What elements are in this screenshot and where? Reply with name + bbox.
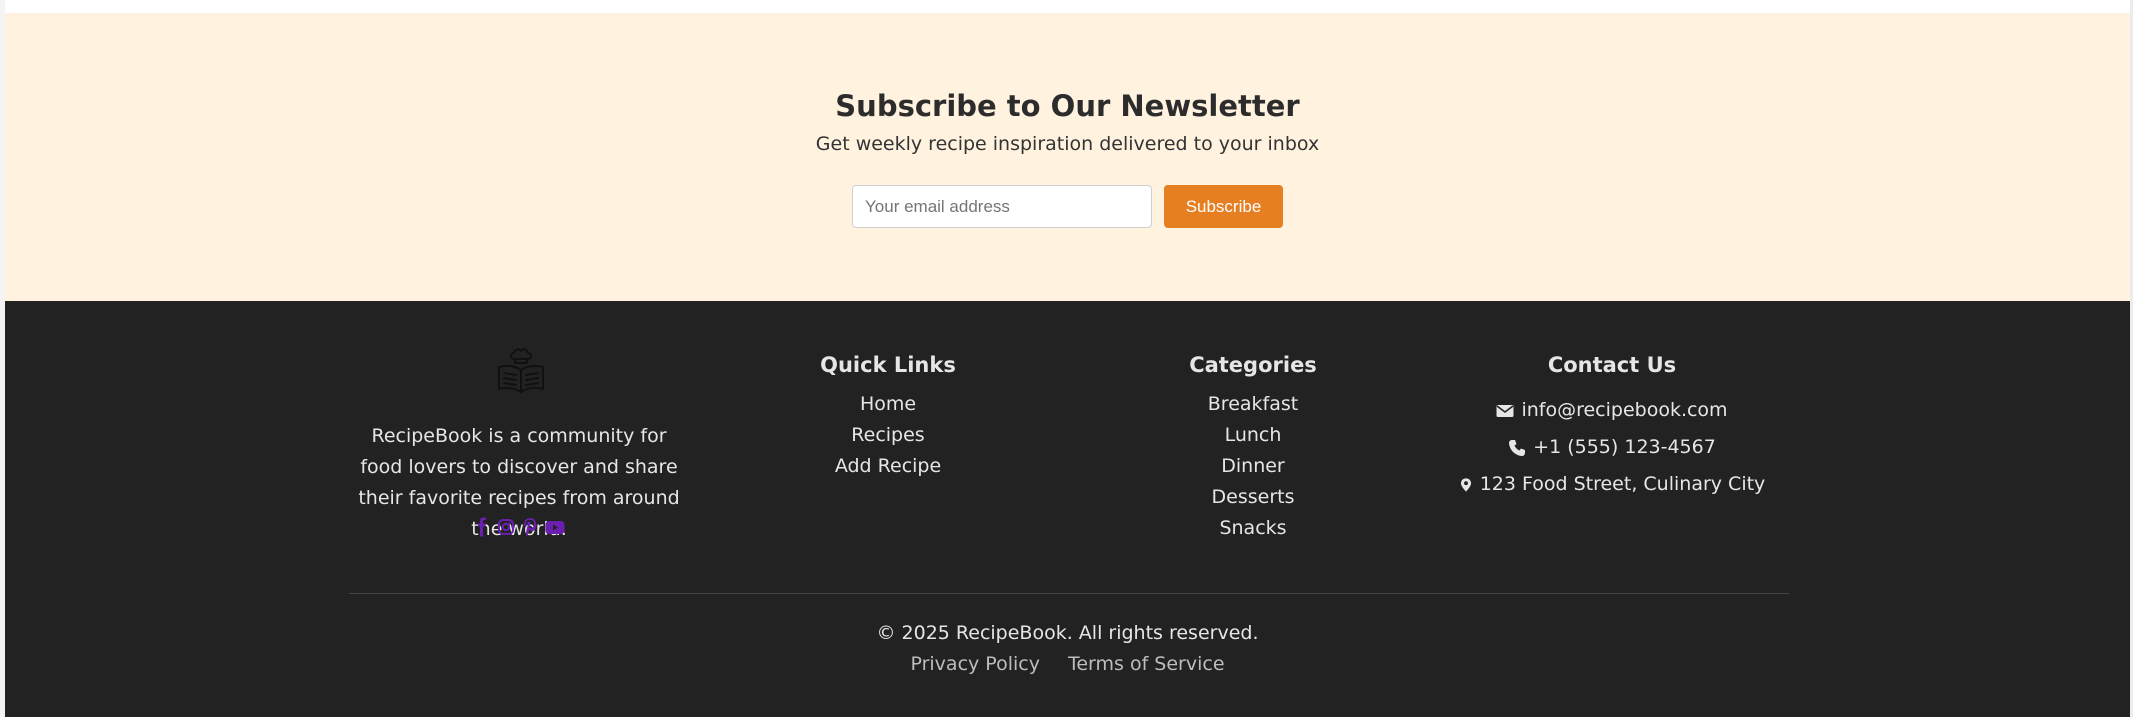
phone-icon <box>1509 439 1526 456</box>
privacy-policy-link[interactable]: Privacy Policy <box>910 653 1039 675</box>
copyright-text: © 2025 RecipeBook. All rights reserved. <box>876 622 1259 644</box>
terms-of-service-link[interactable]: Terms of Service <box>1068 653 1225 675</box>
social-links <box>349 517 689 537</box>
map-marker-icon <box>1460 477 1471 492</box>
contact-email: info@recipebook.com <box>1452 392 1772 429</box>
footer-link-home[interactable]: Home <box>738 389 1038 420</box>
site-footer: RecipeBook is a community for food lover… <box>5 301 2130 717</box>
pinterest-icon[interactable] <box>521 517 539 537</box>
instagram-icon[interactable] <box>497 517 515 537</box>
category-link-snacks[interactable]: Snacks <box>1103 513 1403 544</box>
contact-phone: +1 (555) 123-4567 <box>1452 429 1772 466</box>
newsletter-title: Subscribe to Our Newsletter <box>835 89 1300 123</box>
footer-link-add-recipe[interactable]: Add Recipe <box>738 451 1038 482</box>
contact-title: Contact Us <box>1547 353 1677 377</box>
categories-title: Categories <box>1189 353 1317 377</box>
categories-list: Breakfast Lunch Dinner Desserts Snacks <box>1103 389 1403 544</box>
footer-divider <box>349 593 1789 594</box>
facebook-icon[interactable] <box>473 517 491 537</box>
subscribe-button[interactable]: Subscribe <box>1164 185 1283 228</box>
quick-links-title: Quick Links <box>820 353 956 377</box>
category-link-dinner[interactable]: Dinner <box>1103 451 1403 482</box>
contact-address-text: 123 Food Street, Culinary City <box>1479 473 1766 495</box>
quick-links-list: Home Recipes Add Recipe <box>738 389 1038 482</box>
page: Subscribe to Our Newsletter Get weekly r… <box>0 0 2133 717</box>
envelope-icon <box>1496 404 1514 417</box>
contact-phone-text: +1 (555) 123-4567 <box>1533 436 1716 458</box>
category-link-lunch[interactable]: Lunch <box>1103 420 1403 451</box>
footer-link-recipes[interactable]: Recipes <box>738 420 1038 451</box>
email-input[interactable] <box>852 185 1152 228</box>
youtube-icon[interactable] <box>545 517 565 537</box>
recipe-book-chef-icon <box>498 348 544 393</box>
contact-address: 123 Food Street, Culinary City <box>1452 466 1772 503</box>
category-link-breakfast[interactable]: Breakfast <box>1103 389 1403 420</box>
contact-email-text: info@recipebook.com <box>1521 399 1728 421</box>
newsletter-subtitle: Get weekly recipe inspiration delivered … <box>815 133 1320 155</box>
contact-list: info@recipebook.com +1 (555) 123-4567 12… <box>1452 392 1772 503</box>
newsletter-section: Subscribe to Our Newsletter Get weekly r… <box>5 13 2130 301</box>
legal-links: Privacy Policy Terms of Service <box>5 653 2130 675</box>
category-link-desserts[interactable]: Desserts <box>1103 482 1403 513</box>
